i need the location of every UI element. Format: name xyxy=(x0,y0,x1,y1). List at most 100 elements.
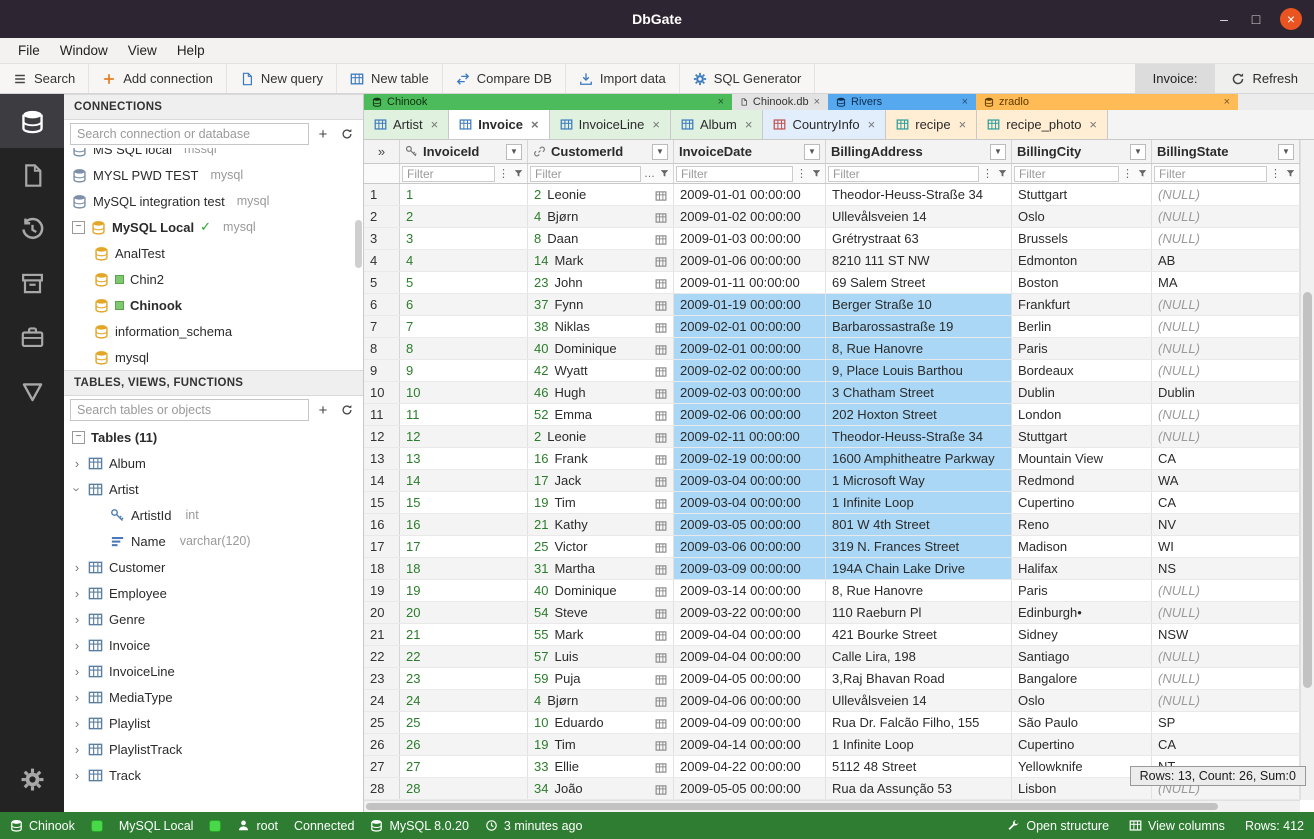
row-number[interactable]: 9 xyxy=(364,360,400,381)
close-group-icon[interactable]: × xyxy=(1224,96,1230,108)
cell-billingcity[interactable]: Edinburgh• xyxy=(1012,602,1152,623)
collapse-icon[interactable]: − xyxy=(72,221,85,234)
close-tab-icon[interactable]: × xyxy=(1089,117,1097,132)
cell-invoicedate[interactable]: 2009-04-14 00:00:00 xyxy=(674,734,826,755)
tables-root[interactable]: −Tables (11) xyxy=(64,424,363,450)
menu-help[interactable]: Help xyxy=(167,41,215,60)
filter-menu-icon[interactable]: ⋮ xyxy=(1121,167,1134,180)
table-row[interactable]: 6637Fynn2009-01-19 00:00:00Berger Straße… xyxy=(364,294,1300,316)
database-item[interactable]: AnalTest xyxy=(64,240,363,266)
cell-billingcity[interactable]: Cupertino xyxy=(1012,492,1152,513)
reference-table-icon[interactable] xyxy=(655,231,667,246)
row-number[interactable]: 1 xyxy=(364,184,400,205)
reference-table-icon[interactable] xyxy=(655,187,667,202)
cell-billingstate[interactable]: NV xyxy=(1152,514,1300,535)
close-button[interactable]: × xyxy=(1280,8,1302,30)
view-columns-button[interactable]: View columns xyxy=(1129,819,1225,833)
tab-group-rivers[interactable]: Rivers× xyxy=(828,94,976,110)
cell-billingaddress[interactable]: 8, Rue Hanovre xyxy=(826,580,1012,601)
cell-customerid[interactable]: 38Niklas xyxy=(528,316,674,337)
cell-customerid[interactable]: 14Mark xyxy=(528,250,674,271)
cell-billingaddress[interactable]: 8, Rue Hanovre xyxy=(826,338,1012,359)
table-row[interactable]: 171725Victor2009-03-06 00:00:00319 N. Fr… xyxy=(364,536,1300,558)
cell-billingcity[interactable]: Halifax xyxy=(1012,558,1152,579)
row-number[interactable]: 12 xyxy=(364,426,400,447)
reference-table-icon[interactable] xyxy=(655,253,667,268)
cell-billingaddress[interactable]: 1 Microsoft Way xyxy=(826,470,1012,491)
cell-billingcity[interactable]: Stuttgart xyxy=(1012,426,1152,447)
table-row[interactable]: 12122Leonie2009-02-11 00:00:00Theodor-He… xyxy=(364,426,1300,448)
cell-customerid[interactable]: 52Emma xyxy=(528,404,674,425)
cell-customerid[interactable]: 19Tim xyxy=(528,734,674,755)
cell-billingaddress[interactable]: Rua da Assunção 53 xyxy=(826,778,1012,799)
filter-input-invoicedate[interactable] xyxy=(676,166,793,182)
cell-billingcity[interactable]: Frankfurt xyxy=(1012,294,1152,315)
close-group-icon[interactable]: × xyxy=(718,96,724,108)
cell-billingstate[interactable]: (NULL) xyxy=(1152,426,1300,447)
tab-invoice[interactable]: Invoice× xyxy=(449,110,549,139)
table-row[interactable]: 212155Mark2009-04-04 00:00:00421 Bourke … xyxy=(364,624,1300,646)
column-dropdown-icon[interactable]: ▼ xyxy=(1130,144,1146,160)
reference-table-icon[interactable] xyxy=(655,693,667,708)
activity-query-designer[interactable] xyxy=(0,364,64,418)
reference-table-icon[interactable] xyxy=(655,583,667,598)
row-number[interactable]: 21 xyxy=(364,624,400,645)
cell-billingcity[interactable]: Stuttgart xyxy=(1012,184,1152,205)
cell-invoicedate[interactable]: 2009-03-06 00:00:00 xyxy=(674,536,826,557)
cell-invoiceid[interactable]: 6 xyxy=(400,294,528,315)
cell-billingstate[interactable]: (NULL) xyxy=(1152,316,1300,337)
table-item-track[interactable]: ›Track xyxy=(64,762,363,788)
table-row[interactable]: 161621Kathy2009-03-05 00:00:00801 W 4th … xyxy=(364,514,1300,536)
cell-customerid[interactable]: 42Wyatt xyxy=(528,360,674,381)
tab-group-chinook[interactable]: Chinook× xyxy=(364,94,732,110)
activity-plugins[interactable] xyxy=(0,310,64,364)
column-header-billingstate[interactable]: BillingState▼ xyxy=(1152,140,1300,163)
cell-customerid[interactable]: 4Bjørn xyxy=(528,690,674,711)
cell-invoiceid[interactable]: 27 xyxy=(400,756,528,777)
row-number[interactable]: 24 xyxy=(364,690,400,711)
cell-invoicedate[interactable]: 2009-05-05 00:00:00 xyxy=(674,778,826,799)
cell-invoicedate[interactable]: 2009-02-11 00:00:00 xyxy=(674,426,826,447)
collapse-icon[interactable]: − xyxy=(72,431,85,444)
cell-invoicedate[interactable]: 2009-02-02 00:00:00 xyxy=(674,360,826,381)
funnel-icon[interactable] xyxy=(996,168,1009,179)
connection-item-expanded[interactable]: −MySQL Local✓mysql xyxy=(64,214,363,240)
cell-billingaddress[interactable]: 421 Bourke Street xyxy=(826,624,1012,645)
reference-table-icon[interactable] xyxy=(655,297,667,312)
reference-table-icon[interactable] xyxy=(655,627,667,642)
cell-invoiceid[interactable]: 20 xyxy=(400,602,528,623)
scrollbar-thumb[interactable] xyxy=(366,803,1218,810)
scrollbar-thumb[interactable] xyxy=(1303,292,1312,688)
refresh-connections-icon[interactable] xyxy=(337,124,357,144)
reference-table-icon[interactable] xyxy=(655,495,667,510)
cell-customerid[interactable]: 16Frank xyxy=(528,448,674,469)
tab-group-zradlo[interactable]: zradlo× xyxy=(976,94,1238,110)
cell-invoiceid[interactable]: 14 xyxy=(400,470,528,491)
add-connection-button[interactable]: Add connection xyxy=(89,64,227,93)
cell-billingaddress[interactable]: Calle Lira, 198 xyxy=(826,646,1012,667)
table-row[interactable]: 112Leonie2009-01-01 00:00:00Theodor-Heus… xyxy=(364,184,1300,206)
funnel-icon[interactable] xyxy=(810,168,823,179)
cell-customerid[interactable]: 55Mark xyxy=(528,624,674,645)
cell-customerid[interactable]: 2Leonie xyxy=(528,426,674,447)
database-item[interactable]: information_schema xyxy=(64,318,363,344)
cell-billingaddress[interactable]: 1 Infinite Loop xyxy=(826,492,1012,513)
filter-menu-icon[interactable]: … xyxy=(643,168,656,180)
compare-db-button[interactable]: Compare DB xyxy=(443,64,566,93)
database-item[interactable]: mysql xyxy=(64,344,363,370)
cell-billingstate[interactable]: Dublin xyxy=(1152,382,1300,403)
cell-billingstate[interactable]: (NULL) xyxy=(1152,668,1300,689)
cell-customerid[interactable]: 21Kathy xyxy=(528,514,674,535)
cell-customerid[interactable]: 40Dominique xyxy=(528,580,674,601)
reference-table-icon[interactable] xyxy=(655,473,667,488)
cell-billingcity[interactable]: Oslo xyxy=(1012,206,1152,227)
activity-archive[interactable] xyxy=(0,256,64,310)
cell-invoiceid[interactable]: 3 xyxy=(400,228,528,249)
cell-invoiceid[interactable]: 7 xyxy=(400,316,528,337)
menu-file[interactable]: File xyxy=(8,41,50,60)
cell-billingcity[interactable]: Reno xyxy=(1012,514,1152,535)
table-row[interactable]: 202054Steve2009-03-22 00:00:00110 Raebur… xyxy=(364,602,1300,624)
current-tab-indicator[interactable]: Invoice: xyxy=(1135,64,1216,93)
cell-customerid[interactable]: 2Leonie xyxy=(528,184,674,205)
cell-billingaddress[interactable]: 9, Place Louis Barthou xyxy=(826,360,1012,381)
